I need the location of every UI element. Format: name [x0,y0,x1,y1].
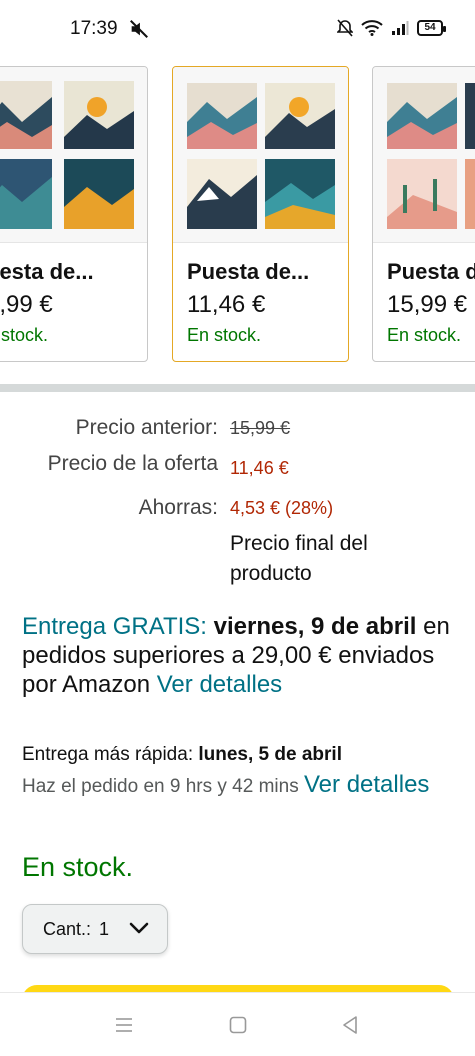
savings-label: Ahorras: [138,496,218,519]
offer-price-label: Precio de la oferta [47,452,218,475]
previous-price-label: Precio anterior: [75,416,218,439]
variant-stock: En stock. [387,325,462,345]
offer-price-value: 11,46 € [230,458,289,478]
final-price-note-line1: Precio final del [230,532,368,555]
fast-delivery-label: Entrega más rápida: [22,744,194,765]
home-icon[interactable] [228,1015,248,1035]
savings-value: 4,53 € (28%) [230,498,334,518]
product-image [0,67,147,243]
variant-title: Puesta d [387,259,475,284]
previous-price-value: 15,99 € [230,418,291,438]
order-countdown: Haz el pedido en 9 hrs y 42 mins [22,776,299,797]
availability-status: En stock. [22,852,134,882]
final-price-note-line2: producto [230,562,312,585]
section-divider [0,384,475,392]
delivery-info: Entrega GRATIS: viernes, 9 de abril en p… [22,612,452,699]
back-icon[interactable] [340,1015,360,1035]
status-icons: 54 [337,19,446,37]
signal-icon [392,21,409,35]
delivery-details-link[interactable]: Ver detalles [157,671,282,698]
quantity-value: 1 [99,918,110,939]
quantity-dropdown[interactable]: Cant.: 1 [22,904,168,954]
menu-icon[interactable] [114,1015,134,1035]
variant-carousel[interactable]: uesta de... 5,99 € n stock. Puesta de...… [0,66,475,364]
system-navigation-bar [0,992,475,1056]
status-bar: 17:39 54 [0,0,475,60]
fast-delivery-info: Entrega más rápida: lunes, 5 de abril Ha… [22,740,452,802]
fast-delivery-date: lunes, 5 de abril [198,744,342,765]
variant-price: 5,99 € [0,291,53,318]
variant-stock: n stock. [0,325,49,345]
variant-title: Puesta de... [187,259,310,284]
chevron-down-icon [129,922,149,934]
status-time: 17:39 [70,18,118,39]
free-delivery-label: Entrega GRATIS: [22,613,207,640]
wifi-icon [361,20,383,36]
variant-price: 15,99 € [387,291,468,318]
product-image [173,67,348,243]
variant-price: 11,46 € [187,291,266,318]
variant-card[interactable]: uesta de... 5,99 € n stock. [0,66,148,362]
product-image [373,67,475,243]
delivery-date: viernes, 9 de abril [213,613,417,640]
battery-icon: 54 [417,20,446,36]
bell-off-icon [337,19,353,37]
quantity-label: Cant.: [43,918,92,939]
mute-icon [130,20,148,38]
variant-card-selected[interactable]: Puesta de... 11,46 € En stock. [172,66,349,362]
variant-stock: En stock. [187,325,262,345]
variant-title: uesta de... [0,259,94,284]
fast-delivery-details-link[interactable]: Ver detalles [304,771,429,798]
variant-card[interactable]: Puesta d 15,99 € En stock. [372,66,475,362]
